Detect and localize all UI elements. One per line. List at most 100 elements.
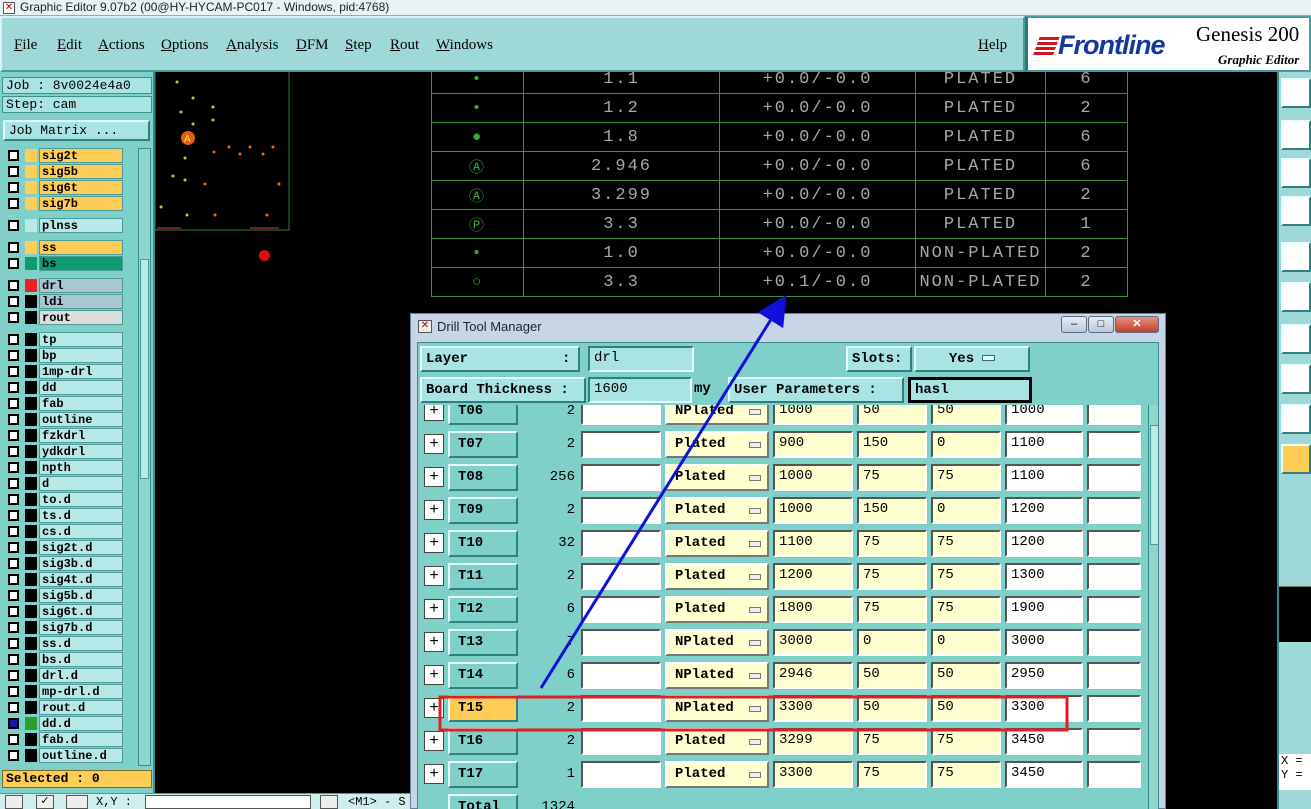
layer-color-swatch[interactable] xyxy=(25,197,37,210)
layer-checkbox[interactable] xyxy=(8,478,19,489)
layer-color-swatch[interactable] xyxy=(25,685,37,698)
layer-color-swatch[interactable] xyxy=(25,429,37,442)
layer-checkbox[interactable] xyxy=(8,670,19,681)
check-icon[interactable]: ✓ xyxy=(36,795,54,809)
expand-icon[interactable]: + xyxy=(424,467,444,487)
tolerance-plus-field[interactable]: 0 xyxy=(857,629,927,656)
layer-row-fzkdrl[interactable]: fzkdrl xyxy=(4,428,124,443)
layer-row-sig6t[interactable]: sig6t xyxy=(4,180,124,195)
layer-color-swatch[interactable] xyxy=(25,311,37,324)
slots-option-menu[interactable]: Yes xyxy=(914,346,1030,372)
layer-color-swatch[interactable] xyxy=(25,257,37,270)
tolerance-minus-field[interactable]: 50 xyxy=(931,695,1001,722)
tolerance-plus-field[interactable]: 50 xyxy=(857,405,927,425)
layer-name[interactable]: rout.d xyxy=(39,700,123,715)
tool-type-menu[interactable]: Plated xyxy=(665,464,769,491)
tool-list-scrollbar[interactable] xyxy=(1148,405,1158,809)
layer-name[interactable]: dd.d xyxy=(39,716,123,731)
layer-checkbox[interactable] xyxy=(8,382,19,393)
tolerance-minus-field[interactable]: 75 xyxy=(931,761,1001,788)
finish-size-field[interactable]: 3300 xyxy=(773,695,853,722)
bit-field[interactable] xyxy=(1087,464,1141,491)
layer-color-swatch[interactable] xyxy=(25,621,37,634)
layer-name[interactable]: drl xyxy=(39,278,123,293)
finish-size-field[interactable]: 3300 xyxy=(773,761,853,788)
tolerance-plus-field[interactable]: 50 xyxy=(857,662,927,689)
layer-row-ss.d[interactable]: ss.d xyxy=(4,636,124,651)
layer-checkbox[interactable] xyxy=(8,220,19,231)
layer-color-swatch[interactable] xyxy=(25,589,37,602)
drc-icon[interactable] xyxy=(1281,404,1311,434)
layer-row-sig2t.d[interactable]: sig2t.d xyxy=(4,540,124,555)
layer-row-fab[interactable]: fab xyxy=(4,396,124,411)
layer-name[interactable]: outline xyxy=(39,412,123,427)
minimize-button[interactable]: – xyxy=(1061,316,1087,333)
layer-name[interactable]: drl.d xyxy=(39,668,123,683)
layer-name[interactable]: sig6t xyxy=(39,180,123,195)
finish-size-field[interactable]: 1000 xyxy=(773,464,853,491)
layer-name[interactable]: mp-drl.d xyxy=(39,684,123,699)
bit-field[interactable] xyxy=(1087,629,1141,656)
layer-name[interactable]: ydkdrl xyxy=(39,444,123,459)
bit-field[interactable] xyxy=(1087,596,1141,623)
layer-color-swatch[interactable] xyxy=(25,413,37,426)
drill-size-field[interactable]: 2950 xyxy=(1005,662,1083,689)
layer-color-swatch[interactable] xyxy=(25,605,37,618)
layer-row-tp[interactable]: tp xyxy=(4,332,124,347)
layer-row-plnss[interactable]: plnss xyxy=(4,218,124,233)
layer-checkbox[interactable] xyxy=(8,574,19,585)
finish-size-field[interactable]: 900 xyxy=(773,431,853,458)
layer-name[interactable]: sig2t xyxy=(39,148,123,163)
layer-name[interactable]: outline.d xyxy=(39,748,123,763)
drill-size-field[interactable]: 3450 xyxy=(1005,728,1083,755)
tolerance-minus-field[interactable]: 50 xyxy=(931,405,1001,425)
layer-row-mp-drl.d[interactable]: mp-drl.d xyxy=(4,684,124,699)
layer-checkbox[interactable] xyxy=(8,446,19,457)
tool-type-menu[interactable]: Plated xyxy=(665,728,769,755)
layer-checkbox[interactable] xyxy=(8,430,19,441)
tolerance-plus-field[interactable]: 75 xyxy=(857,464,927,491)
layer-checkbox[interactable] xyxy=(8,414,19,425)
features-icon[interactable] xyxy=(1281,242,1311,272)
layer-checkbox[interactable] xyxy=(8,558,19,569)
tool-name-button[interactable]: T11 xyxy=(448,563,518,590)
bit-field[interactable] xyxy=(1087,728,1141,755)
layer-color-swatch[interactable] xyxy=(25,461,37,474)
menu-analysis[interactable]: Analysis xyxy=(226,37,279,54)
expand-icon[interactable]: + xyxy=(424,566,444,586)
tool-type-menu[interactable]: Plated xyxy=(665,596,769,623)
tool-name-button[interactable]: T14 xyxy=(448,662,518,689)
expand-icon[interactable]: + xyxy=(424,731,444,751)
layer-color-swatch[interactable] xyxy=(25,493,37,506)
close-button[interactable]: ✕ xyxy=(1115,316,1159,333)
layer-row-cs.d[interactable]: cs.d xyxy=(4,524,124,539)
layer-checkbox[interactable] xyxy=(8,606,19,617)
layer-name[interactable]: bp xyxy=(39,348,123,363)
layer-name[interactable]: 1mp-drl xyxy=(39,364,123,379)
tolerance-minus-field[interactable]: 0 xyxy=(931,629,1001,656)
layer-row-sig3b.d[interactable]: sig3b.d xyxy=(4,556,124,571)
bit-field[interactable] xyxy=(1087,662,1141,689)
layer-name[interactable]: cs.d xyxy=(39,524,123,539)
expand-icon[interactable]: + xyxy=(424,533,444,553)
drill-size-field[interactable]: 1100 xyxy=(1005,464,1083,491)
layer-name[interactable]: sig5b.d xyxy=(39,588,123,603)
layer-checkbox[interactable] xyxy=(8,398,19,409)
layer-row-d[interactable]: d xyxy=(4,476,124,491)
layer-color-swatch[interactable] xyxy=(25,445,37,458)
menu-windows[interactable]: Windows xyxy=(436,37,493,54)
add-feature-icon[interactable] xyxy=(1281,364,1311,394)
scroll-thumb[interactable] xyxy=(140,259,149,479)
tool-comment-field[interactable] xyxy=(581,497,661,524)
tolerance-minus-field[interactable]: 75 xyxy=(931,728,1001,755)
layer-color-swatch[interactable] xyxy=(25,525,37,538)
pointer-mode-icon[interactable] xyxy=(320,795,338,809)
layer-checkbox[interactable] xyxy=(8,198,19,209)
tool-type-menu[interactable]: NPlated xyxy=(665,629,769,656)
layer-color-swatch[interactable] xyxy=(25,749,37,762)
menu-actions[interactable]: Actions xyxy=(98,37,145,54)
layer-color-swatch[interactable] xyxy=(25,637,37,650)
bit-field[interactable] xyxy=(1087,497,1141,524)
tool-name-button[interactable]: T17 xyxy=(448,761,518,788)
layer-name[interactable]: sig2t.d xyxy=(39,540,123,555)
